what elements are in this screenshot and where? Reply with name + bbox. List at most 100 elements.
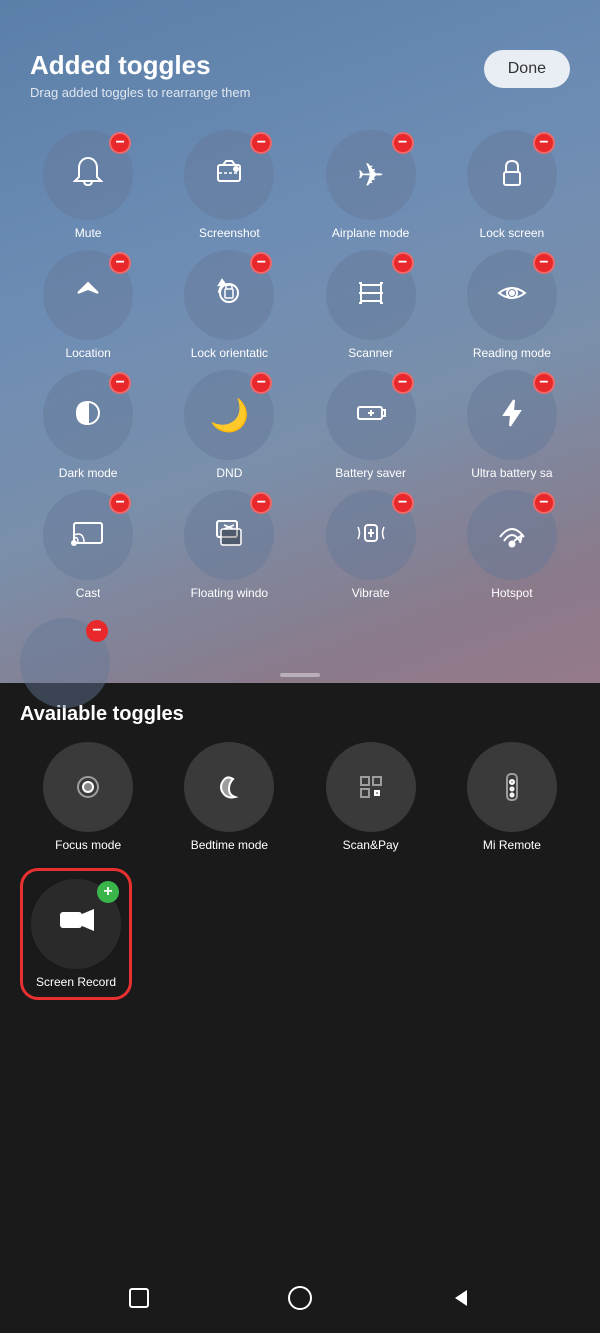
avail-screen-record[interactable]: + Screen Record [31, 879, 121, 989]
toggle-label-hotspot: Hotspot [491, 586, 532, 600]
nav-bar [0, 1263, 600, 1333]
remove-badge-scanner[interactable]: − [392, 252, 414, 274]
partial-row: − [0, 618, 600, 663]
toggle-dnd[interactable]: 🌙 − DND [161, 370, 297, 480]
nav-home-button[interactable] [286, 1284, 314, 1312]
remove-badge-mute[interactable]: − [109, 132, 131, 154]
toggle-label-dnd: DND [216, 466, 242, 480]
nav-square-button[interactable] [127, 1286, 151, 1310]
toggle-label-darkmode: Dark mode [59, 466, 118, 480]
toggle-label-scanner: Scanner [348, 346, 393, 360]
avail-label-miremote: Mi Remote [483, 838, 541, 852]
toggle-circle-mute: − [43, 130, 133, 220]
toggle-ultra-battery[interactable]: − Ultra battery sa [444, 370, 580, 480]
toggle-scanner[interactable]: − Scanner [303, 250, 439, 360]
toggle-location[interactable]: − Location [20, 250, 156, 360]
remove-badge-lockscreen[interactable]: − [533, 132, 555, 154]
remove-badge-battery-saver[interactable]: − [392, 372, 414, 394]
header-text: Added toggles Drag added toggles to rear… [30, 50, 250, 100]
darkmode-icon [70, 395, 106, 436]
header: Added toggles Drag added toggles to rear… [0, 0, 600, 120]
hotspot-icon [494, 515, 530, 556]
toggle-mute[interactable]: − Mute [20, 130, 156, 240]
toggle-label-lock-orientation: Lock orientatic [191, 346, 268, 360]
sr-label: Screen Record [36, 975, 116, 989]
scanpay-icon [353, 769, 389, 805]
rotate-lock-icon [211, 275, 247, 316]
remove-badge-hotspot[interactable]: − [533, 492, 555, 514]
avail-scanpay[interactable]: Scan&Pay [303, 742, 439, 852]
toggle-vibrate[interactable]: − Vibrate [303, 490, 439, 600]
remove-badge-cast[interactable]: − [109, 492, 131, 514]
remove-badge-partial[interactable]: − [86, 620, 108, 642]
available-title: Available toggles [20, 703, 580, 726]
page-title: Added toggles [30, 50, 250, 81]
lock-icon [494, 155, 530, 196]
toggle-circle-scanner: − [326, 250, 416, 340]
toggle-circle-battery-saver: − [326, 370, 416, 460]
remove-badge-screenshot[interactable]: − [250, 132, 272, 154]
screen-record-row: + Screen Record [20, 868, 580, 1000]
done-button[interactable]: Done [484, 50, 570, 88]
page-subtitle: Drag added toggles to rearrange them [30, 85, 250, 100]
nav-back-button[interactable] [449, 1286, 473, 1310]
floating-icon [211, 515, 247, 556]
avail-focus[interactable]: Focus mode [20, 742, 156, 852]
remove-badge-darkmode[interactable]: − [109, 372, 131, 394]
toggle-lock-orientation[interactable]: − Lock orientatic [161, 250, 297, 360]
avail-label-scanpay: Scan&Pay [343, 838, 399, 852]
moon-icon: 🌙 [209, 399, 249, 431]
bedtime-icon [211, 769, 247, 805]
added-toggles-section: − Mute − Screenshot ✈ − [0, 120, 600, 610]
toggle-circle-hotspot: − [467, 490, 557, 580]
toggle-airplane[interactable]: ✈ − Airplane mode [303, 130, 439, 240]
toggle-label-screenshot: Screenshot [199, 226, 260, 240]
sheet-handle [280, 673, 320, 677]
battery-icon [353, 395, 389, 436]
miremote-icon [494, 769, 530, 805]
toggle-cast[interactable]: − Cast [20, 490, 156, 600]
toggle-circle-airplane: ✈ − [326, 130, 416, 220]
toggle-label-battery-saver: Battery saver [335, 466, 406, 480]
remove-badge-ultra-battery[interactable]: − [533, 372, 555, 394]
avail-label-focus: Focus mode [55, 838, 121, 852]
toggle-label-lockscreen: Lock screen [480, 226, 545, 240]
toggle-label-mute: Mute [75, 226, 102, 240]
toggle-circle-floating: − [184, 490, 274, 580]
avail-circle-focus [43, 742, 133, 832]
toggle-circle-cast: − [43, 490, 133, 580]
remove-badge-dnd[interactable]: − [250, 372, 272, 394]
avail-label-bedtime: Bedtime mode [191, 838, 268, 852]
toggle-floating[interactable]: − Floating windo [161, 490, 297, 600]
toggle-circle-screenshot: − [184, 130, 274, 220]
toggle-reading[interactable]: − Reading mode [444, 250, 580, 360]
avail-miremote[interactable]: Mi Remote [444, 742, 580, 852]
screen-record-wrapper: + Screen Record [20, 868, 132, 1000]
focus-icon [70, 769, 106, 805]
avail-circle-scanpay [326, 742, 416, 832]
toggle-circle-lockscreen: − [467, 130, 557, 220]
toggle-label-airplane: Airplane mode [332, 226, 409, 240]
toggle-darkmode[interactable]: − Dark mode [20, 370, 156, 480]
remove-badge-floating[interactable]: − [250, 492, 272, 514]
remove-badge-vibrate[interactable]: − [392, 492, 414, 514]
remove-badge-location[interactable]: − [109, 252, 131, 274]
remove-badge-reading[interactable]: − [533, 252, 555, 274]
toggle-label-location: Location [65, 346, 110, 360]
toggle-label-reading: Reading mode [473, 346, 551, 360]
avail-bedtime[interactable]: Bedtime mode [161, 742, 297, 852]
toggle-label-vibrate: Vibrate [352, 586, 390, 600]
bell-icon [70, 155, 106, 196]
toggle-circle-lock-orientation: − [184, 250, 274, 340]
toggle-lockscreen[interactable]: − Lock screen [444, 130, 580, 240]
remove-badge-airplane[interactable]: − [392, 132, 414, 154]
airplane-icon: ✈ [357, 159, 384, 191]
partial-toggle: − [20, 618, 110, 663]
location-icon [70, 275, 106, 316]
toggle-label-floating: Floating windo [191, 586, 268, 600]
remove-badge-lock-orientation[interactable]: − [250, 252, 272, 274]
toggle-hotspot[interactable]: − Hotspot [444, 490, 580, 600]
toggle-battery-saver[interactable]: − Battery saver [303, 370, 439, 480]
sr-circle: + [31, 879, 121, 969]
toggle-screenshot[interactable]: − Screenshot [161, 130, 297, 240]
